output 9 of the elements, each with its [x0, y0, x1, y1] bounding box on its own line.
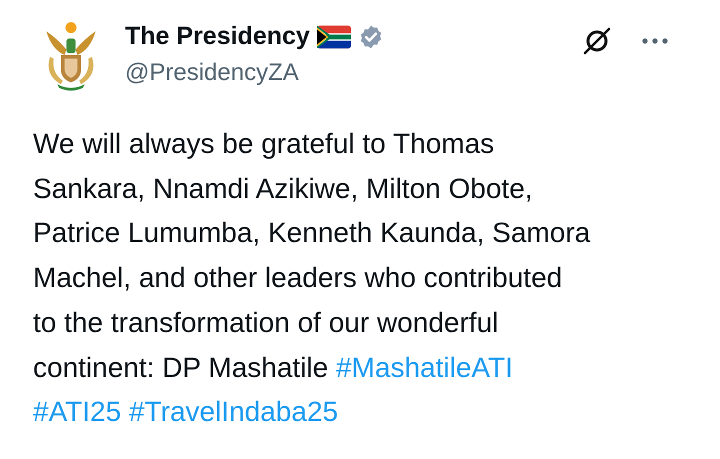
hashtag-link[interactable]: #MashatileATI — [336, 352, 513, 383]
more-options-icon[interactable] — [642, 38, 668, 44]
flag-icon — [316, 24, 351, 48]
account-handle[interactable]: @PresidencyZA — [125, 59, 384, 87]
hashtag-link[interactable]: #TravelIndaba25 — [128, 396, 338, 428]
hashtag-link[interactable]: #ATI25 — [33, 396, 122, 428]
account-name[interactable]: The Presidency — [125, 22, 310, 51]
slashed-circle-icon[interactable] — [582, 26, 612, 56]
tweet-text: We will always be grateful to Thomas Sankara, Nnamdi Azikiwe, Milton Obote, Patrice Lumumba, Kenneth Kaunda, Samora Machel, and other leaders who contributed to the transformation of our wonderful continent: DP Mashatile #MashatileATI #ATI25 #TravelIndaba25 — [33, 127, 592, 430]
